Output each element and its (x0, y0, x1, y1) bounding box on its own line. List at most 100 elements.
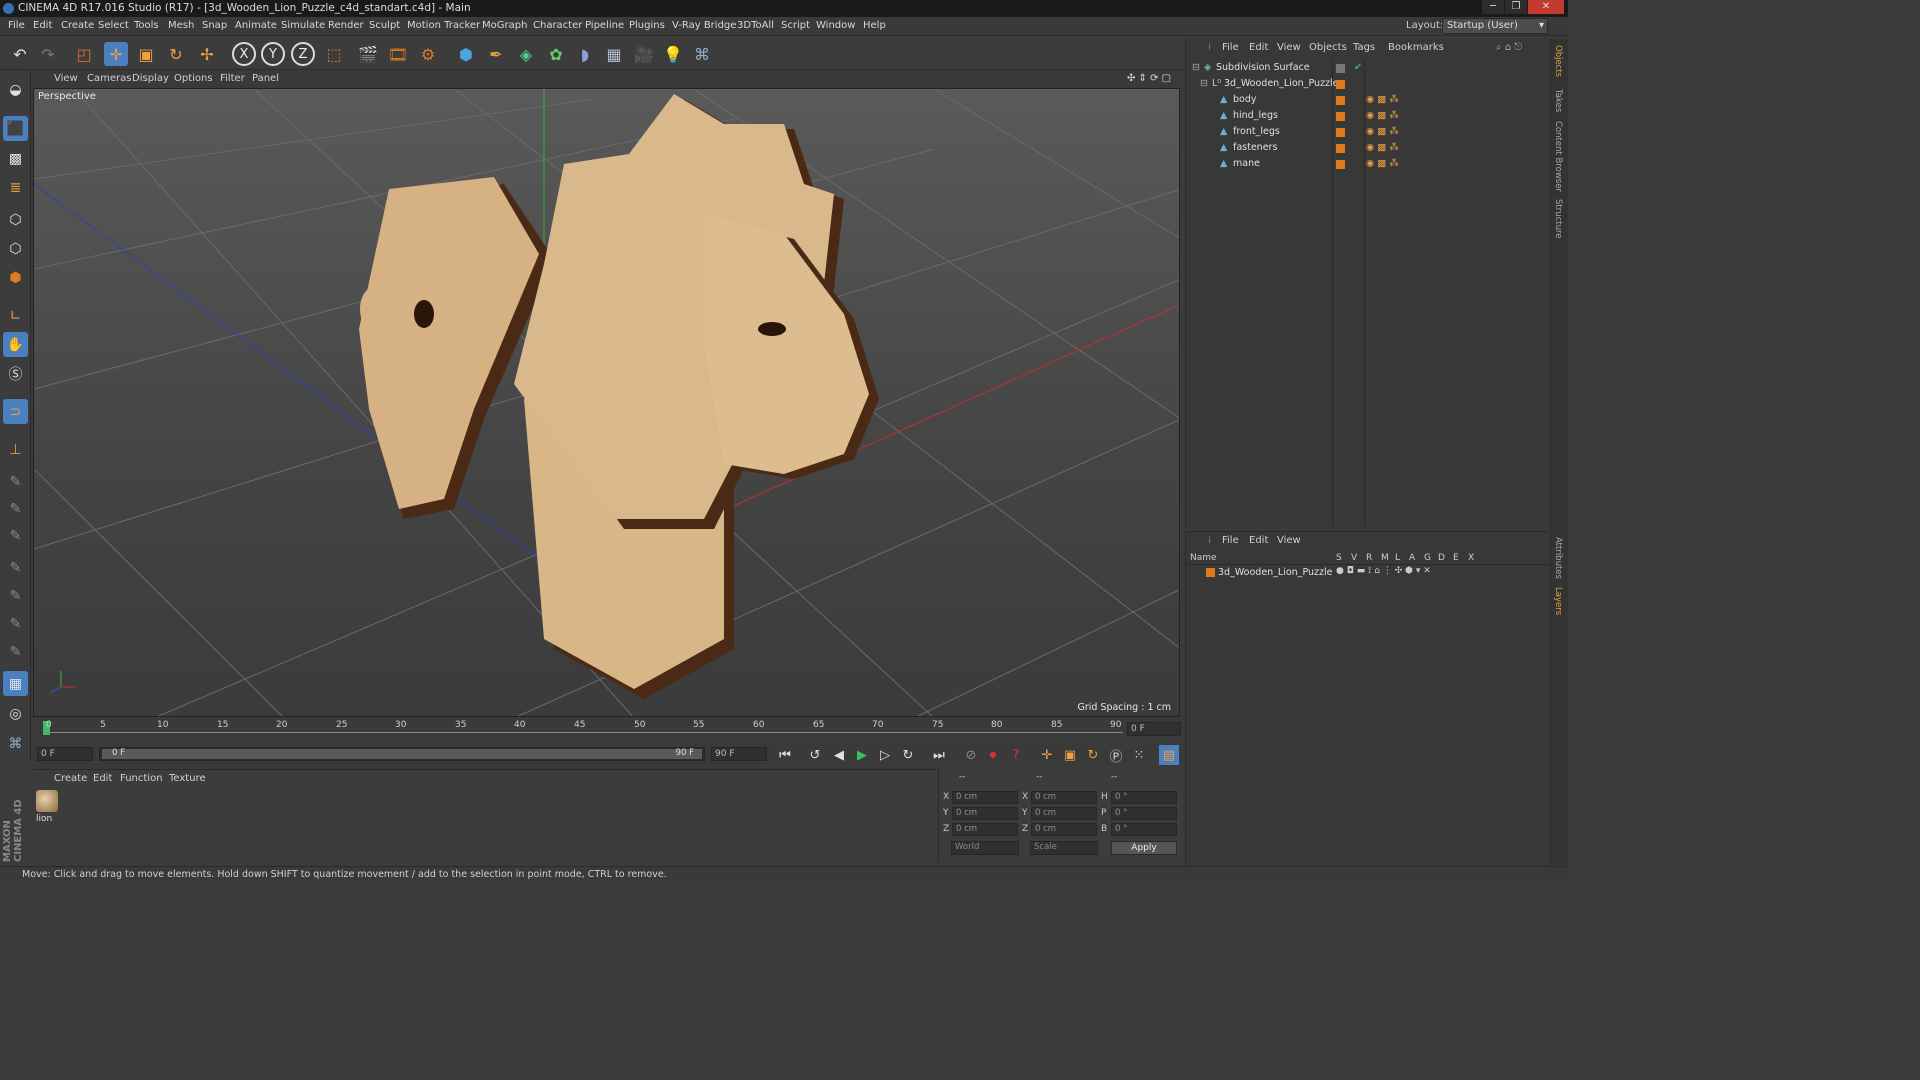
y-axis-icon[interactable]: Y (261, 42, 285, 66)
menu-create[interactable]: Create (61, 20, 94, 31)
layer-color-square[interactable] (1336, 160, 1345, 169)
object-row-body[interactable]: ▲ body ◉ ▩ ⁂ (1186, 92, 1550, 108)
recent-tools-icon[interactable]: ✢ (195, 42, 219, 66)
sculpt-brush-2-icon[interactable]: ✎ (3, 496, 28, 521)
python-icon[interactable]: ⌘ (690, 42, 714, 66)
menu-pipeline[interactable]: Pipeline (585, 20, 624, 31)
current-frame-field[interactable]: 0 F (1127, 722, 1181, 736)
keyframe-selection-icon[interactable]: ? (1006, 745, 1026, 765)
redo-icon[interactable]: ↷ (36, 42, 60, 66)
sculpt-brush-5-icon[interactable]: ✎ (3, 583, 28, 608)
pen-spline-icon[interactable]: ✒ (484, 42, 508, 66)
snap-icon[interactable]: Ⓢ (3, 361, 28, 386)
object-row-subdivision-surface[interactable]: ⊟ ◈ Subdivision Surface ✔ (1186, 60, 1550, 76)
layout-select[interactable]: Startup (User) ▾ (1442, 18, 1548, 34)
collapse-icon[interactable]: ⊟ (1192, 62, 1200, 73)
material-tag-icon[interactable]: ◉ ▩ ⁂ (1366, 110, 1399, 121)
frame-range-handle[interactable] (102, 749, 702, 759)
rotate-icon[interactable]: ↻ (164, 42, 188, 66)
coordinate-mode-select[interactable]: World (951, 841, 1019, 855)
rotation-p-field[interactable]: 0 ° (1111, 807, 1177, 820)
menu-character[interactable]: Character (533, 20, 582, 31)
key-pla-icon[interactable]: ⁙ (1129, 745, 1149, 765)
minimize-button[interactable]: ─ (1482, 0, 1504, 14)
menu-vray-bridge[interactable]: V-Ray Bridge (672, 20, 736, 31)
render-picture-viewer-icon[interactable]: 🎞 (386, 42, 410, 66)
menu-help[interactable]: Help (863, 20, 886, 31)
tab-structure[interactable]: Structure (1553, 199, 1563, 239)
viewport-navigation-icon[interactable]: ✣ ⇕ ⟳ ▢ (1127, 73, 1171, 84)
lock-workplane-icon[interactable]: ▦ (3, 671, 28, 696)
menu-script[interactable]: Script (781, 20, 810, 31)
go-to-start-icon[interactable]: ⏮ (775, 745, 795, 765)
position-z-field[interactable]: 0 cm (952, 823, 1018, 836)
play-icon[interactable]: ▶ (852, 745, 872, 765)
cube-primitive-icon[interactable]: ⬢ (454, 42, 478, 66)
z-axis-icon[interactable]: Z (291, 42, 315, 66)
python-script-icon[interactable]: ⌘ (3, 731, 28, 756)
key-scale-icon[interactable]: ▣ (1060, 745, 1080, 765)
layer-menu-edit[interactable]: Edit (1249, 535, 1268, 546)
layer-menu-file[interactable]: File (1222, 535, 1239, 546)
object-row-mane[interactable]: ▲ mane ◉ ▩ ⁂ (1186, 156, 1550, 172)
scale-icon[interactable]: ▣ (134, 42, 158, 66)
object-row-lion-puzzle[interactable]: ⊟ L⁰ 3d_Wooden_Lion_Puzzle (1186, 76, 1550, 92)
object-menu-tags[interactable]: Tags (1353, 42, 1375, 53)
frame-range-slider[interactable]: 0 F 90 F (99, 747, 705, 761)
cloner-icon[interactable]: ✿ (544, 42, 568, 66)
key-rotation-icon[interactable]: ↻ (1083, 745, 1103, 765)
layer-flags-icon[interactable]: ● ◘ ▬ ⟟ ⌂ ⋮ ✣ ⬢ ▾ ✕ (1336, 566, 1431, 576)
menu-mesh[interactable]: Mesh (168, 20, 194, 31)
floor-icon[interactable]: ▦ (602, 42, 626, 66)
edges-mode-icon[interactable]: ⬡ (3, 236, 28, 261)
size-y-field[interactable]: 0 cm (1031, 807, 1097, 820)
axis-mode-icon[interactable]: ∟ (3, 303, 28, 328)
collapse-icon[interactable]: ⊟ (1200, 78, 1208, 89)
sculpt-brush-6-icon[interactable]: ✎ (3, 611, 28, 636)
layer-color-square[interactable] (1206, 568, 1215, 577)
auto-key-icon[interactable]: ⏺ (983, 745, 1003, 765)
tweak-mode-icon[interactable]: ✋ (3, 332, 28, 357)
record-keys-icon[interactable]: ⊘ (961, 745, 981, 765)
object-menu-file[interactable]: File (1222, 42, 1239, 53)
edit-render-settings-icon[interactable]: ⚙ (416, 42, 440, 66)
layer-color-square[interactable] (1336, 144, 1345, 153)
menu-file[interactable]: File (8, 20, 25, 31)
layer-menu-view[interactable]: View (1277, 535, 1301, 546)
light-icon[interactable]: 💡 (661, 42, 685, 66)
menu-3dtoall[interactable]: 3DToAll (737, 20, 774, 31)
layer-color-square[interactable] (1336, 112, 1345, 121)
tab-attributes[interactable]: Attributes (1553, 537, 1563, 579)
menu-render[interactable]: Render (328, 20, 364, 31)
layer-color-square[interactable] (1336, 128, 1345, 137)
sculpt-brush-4-icon[interactable]: ✎ (3, 555, 28, 580)
viewport-menu-filter[interactable]: Filter (220, 73, 245, 84)
sculpt-brush-3-icon[interactable]: ✎ (3, 523, 28, 548)
maximize-button[interactable]: ❐ (1505, 0, 1527, 14)
live-selection-icon[interactable]: ◰ (72, 42, 96, 66)
object-menu-view[interactable]: View (1277, 42, 1301, 53)
material-tag-icon[interactable]: ◉ ▩ ⁂ (1366, 142, 1399, 153)
points-mode-icon[interactable]: ⬡ (3, 207, 28, 232)
move-icon[interactable]: ✛ (104, 42, 128, 66)
layer-color-square[interactable] (1336, 80, 1345, 89)
polygons-mode-icon[interactable]: ⬢ (3, 265, 28, 290)
next-key-icon[interactable]: ↻ (898, 745, 918, 765)
key-parameter-icon[interactable]: Ⓟ (1106, 745, 1126, 765)
subdivision-generator-icon[interactable]: ◈ (514, 42, 538, 66)
size-x-field[interactable]: 0 cm (1031, 791, 1097, 804)
timeline-settings-icon[interactable]: ▤ (1159, 745, 1179, 765)
object-search-icon[interactable]: ⌕ ⌂ ⎋ (1496, 42, 1522, 53)
workplane-icon[interactable]: ⊥ (3, 437, 28, 462)
object-menu-bookmarks[interactable]: Bookmarks (1388, 42, 1444, 53)
workplane-mode-icon[interactable]: ≣ (3, 175, 28, 200)
size-z-field[interactable]: 0 cm (1031, 823, 1097, 836)
x-axis-icon[interactable]: X (232, 42, 256, 66)
material-swatch-lion[interactable] (36, 790, 58, 812)
render-view-icon[interactable]: 🎬 (356, 42, 380, 66)
menu-motion-tracker[interactable]: Motion Tracker (407, 20, 480, 31)
object-row-fasteners[interactable]: ▲ fasteners ◉ ▩ ⁂ (1186, 140, 1550, 156)
menu-simulate[interactable]: Simulate (281, 20, 325, 31)
rotation-b-field[interactable]: 0 ° (1111, 823, 1177, 836)
object-row-front-legs[interactable]: ▲ front_legs ◉ ▩ ⁂ (1186, 124, 1550, 140)
